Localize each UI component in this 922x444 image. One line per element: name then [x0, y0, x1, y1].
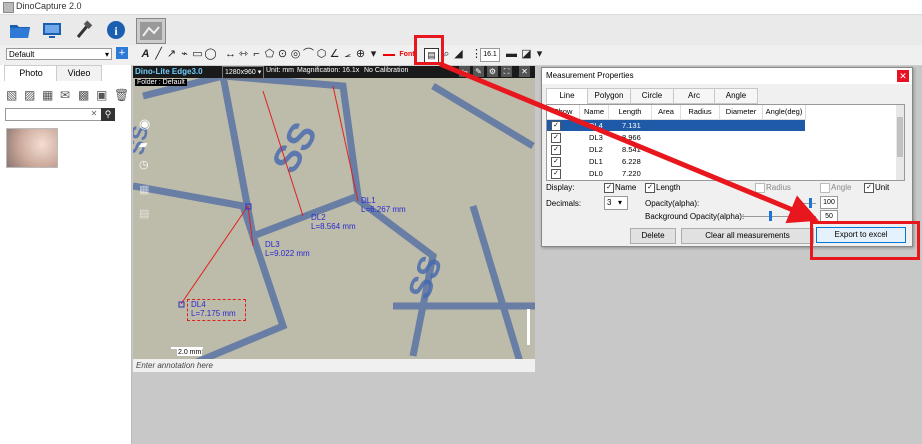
- arrow-to-export: [439, 61, 819, 224]
- annotation-arrows: [439, 61, 819, 224]
